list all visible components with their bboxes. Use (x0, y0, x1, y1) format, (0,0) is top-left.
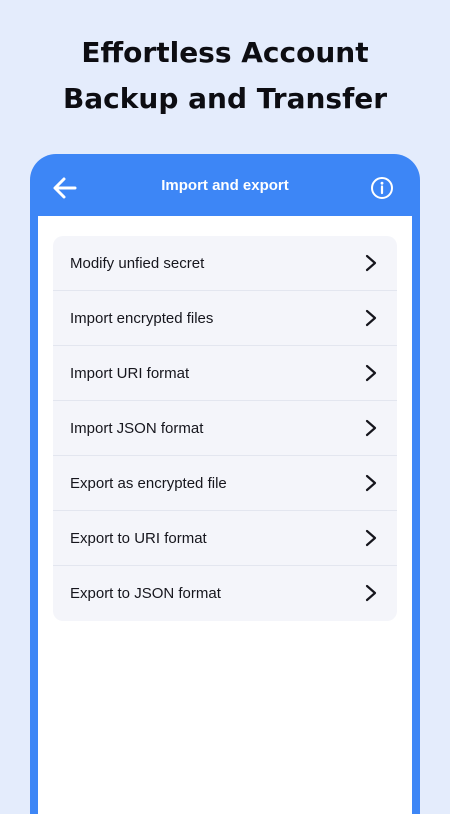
menu-item-label: Import JSON format (70, 420, 204, 437)
menu-item-modify-unified-secret[interactable]: Modify unfied secret (53, 236, 397, 291)
content-area: Modify unfied secret Import encrypted fi… (38, 216, 412, 814)
chevron-right-icon (365, 529, 377, 547)
menu-item-label: Import URI format (70, 365, 190, 382)
chevron-right-icon (365, 419, 377, 437)
chevron-right-icon (365, 254, 377, 272)
promo-headline-line-2: Backup and Transfer (62, 82, 388, 115)
info-circle-icon (371, 177, 393, 199)
menu-item-export-encrypted-file[interactable]: Export as encrypted file (53, 456, 397, 511)
arrow-left-icon (53, 177, 77, 199)
menu-item-import-encrypted-files[interactable]: Import encrypted files (53, 291, 397, 346)
menu-item-import-uri-format[interactable]: Import URI format (53, 346, 397, 401)
menu-item-label: Export to JSON format (70, 585, 221, 602)
menu-item-label: Export as encrypted file (70, 475, 227, 492)
back-button[interactable] (50, 173, 80, 203)
menu-item-export-uri-format[interactable]: Export to URI format (53, 511, 397, 566)
chevron-right-icon (365, 584, 377, 602)
chevron-right-icon (365, 474, 377, 492)
promo-headline: Effortless Account Backup and Transfer (0, 30, 450, 122)
promo-headline-line-1: Effortless Account (81, 36, 369, 69)
menu-item-label: Import encrypted files (70, 310, 214, 327)
menu-item-label: Export to URI format (70, 530, 207, 547)
info-button[interactable] (370, 176, 394, 200)
menu-item-export-json-format[interactable]: Export to JSON format (53, 566, 397, 621)
chevron-right-icon (365, 364, 377, 382)
menu-item-import-json-format[interactable]: Import JSON format (53, 401, 397, 456)
phone-frame: Import and export Modify unfied secret I… (30, 154, 420, 814)
app-bar: Import and export (30, 154, 420, 216)
page-title: Import and export (161, 177, 289, 194)
import-export-menu: Modify unfied secret Import encrypted fi… (53, 236, 397, 621)
chevron-right-icon (365, 309, 377, 327)
menu-item-label: Modify unfied secret (70, 255, 205, 272)
